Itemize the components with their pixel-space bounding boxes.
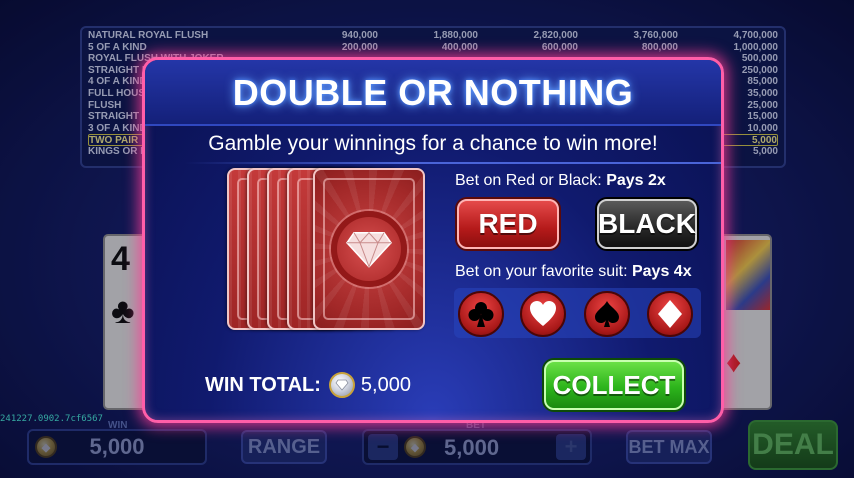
suit-selector bbox=[454, 288, 701, 338]
card-back-front bbox=[313, 168, 425, 330]
heart-icon bbox=[530, 301, 556, 326]
suit-bet-prefix: Bet on your favorite suit: bbox=[455, 263, 628, 280]
coin-icon bbox=[328, 372, 355, 398]
color-bet-payout: Pays 2x bbox=[606, 172, 666, 189]
spade-icon bbox=[595, 301, 619, 327]
clubs-button[interactable] bbox=[458, 291, 504, 337]
diamond-icon bbox=[658, 300, 682, 328]
color-bet-prefix: Bet on Red or Black: bbox=[455, 172, 602, 189]
win-total: WIN TOTAL: 5,000 bbox=[205, 372, 411, 398]
diamond-gem-icon bbox=[346, 232, 392, 269]
suit-bet-payout: Pays 4x bbox=[631, 263, 692, 280]
collect-button[interactable]: COLLECT bbox=[544, 360, 684, 410]
dialog-header: DOUBLE OR NOTHING bbox=[145, 60, 721, 126]
suit-bet-label: Bet on your favorite suit: Pays 4x bbox=[455, 263, 692, 281]
dialog-subtitle: Gamble your winnings for a chance to win… bbox=[208, 132, 658, 155]
dialog-title: DOUBLE OR NOTHING bbox=[232, 72, 634, 113]
divider bbox=[185, 162, 721, 164]
color-bet-label: Bet on Red or Black: Pays 2x bbox=[455, 172, 666, 190]
win-total-value: 5,000 bbox=[360, 373, 411, 396]
black-button[interactable]: BLACK bbox=[597, 199, 697, 249]
diamonds-button[interactable] bbox=[647, 291, 693, 337]
hearts-button[interactable] bbox=[520, 291, 566, 337]
win-total-label: WIN TOTAL: bbox=[205, 373, 321, 396]
spades-button[interactable] bbox=[584, 291, 630, 337]
club-icon bbox=[468, 302, 494, 327]
gem-icon bbox=[335, 379, 349, 391]
double-or-nothing-dialog: DOUBLE OR NOTHING Gamble your winnings f… bbox=[142, 57, 724, 423]
red-button[interactable]: RED bbox=[457, 199, 559, 249]
